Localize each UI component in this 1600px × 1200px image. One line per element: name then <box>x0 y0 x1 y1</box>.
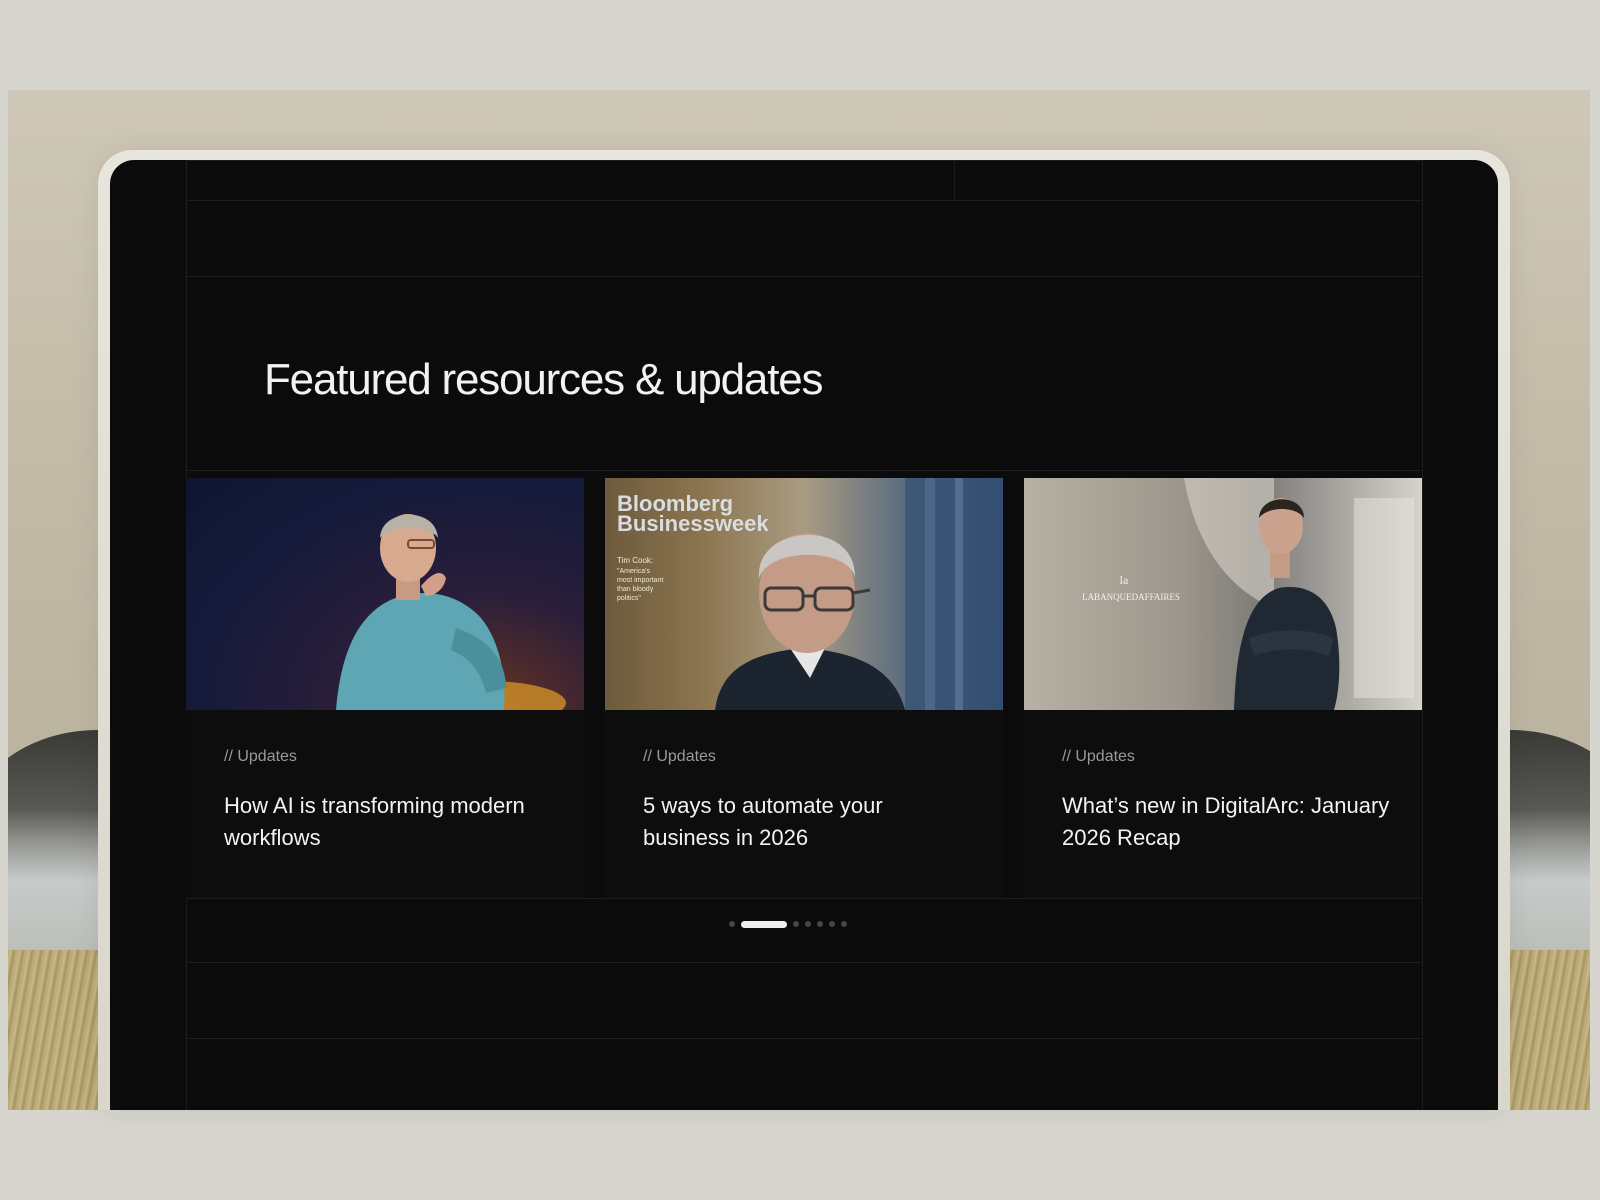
resource-card[interactable]: la LABANQUEDAFFAIRES // Updates What’s n… <box>1024 478 1422 898</box>
grid-line <box>954 160 955 200</box>
resource-carousel: // Updates How AI is transforming modern… <box>186 478 1422 898</box>
man-arms-crossed-illustration: la LABANQUEDAFFAIRES <box>1082 478 1414 710</box>
grid-line <box>186 898 1422 899</box>
grid-line <box>186 200 1422 201</box>
carousel-dot[interactable] <box>729 921 735 927</box>
grid-line <box>186 276 1422 277</box>
grid-line <box>186 962 1422 963</box>
card-title[interactable]: What’s new in DigitalArc: January 2026 R… <box>1062 790 1392 854</box>
man-in-blue-sweater-illustration <box>336 514 566 710</box>
cover-line: Tim Cook: <box>617 556 653 565</box>
carousel-pagination <box>729 919 847 929</box>
resource-card[interactable]: // Updates How AI is transforming modern… <box>186 478 584 898</box>
carousel-dot[interactable] <box>829 921 835 927</box>
grid-line <box>186 160 1422 161</box>
app-screen: Featured resources & updates // Updates … <box>110 160 1498 1110</box>
masthead-line2: Businessweek <box>617 511 769 536</box>
logo-name: LABANQUEDAFFAIRES <box>1082 592 1180 602</box>
carousel-dot[interactable] <box>817 921 823 927</box>
resource-card[interactable]: Bloomberg Businessweek Tim Cook: "Americ… <box>605 478 1003 898</box>
card-category: // Updates <box>224 748 297 765</box>
carousel-dot[interactable] <box>805 921 811 927</box>
card-title[interactable]: How AI is transforming modern workflows <box>224 790 554 854</box>
card-image[interactable]: la LABANQUEDAFFAIRES <box>1024 478 1422 710</box>
card-image[interactable] <box>186 478 584 710</box>
cover-line: "America's <box>617 568 650 575</box>
carousel-dot-active[interactable] <box>741 920 787 928</box>
section-title: Featured resources & updates <box>264 355 823 404</box>
cover-line: most important <box>617 577 663 584</box>
grid-line <box>1422 160 1423 1110</box>
card-title[interactable]: 5 ways to automate your business in 2026 <box>643 790 973 854</box>
carousel-dot[interactable] <box>841 921 847 927</box>
grid-line <box>186 1038 1422 1039</box>
magazine-cover-illustration: Bloomberg Businessweek Tim Cook: "Americ… <box>617 478 1003 710</box>
card-category: // Updates <box>1062 748 1135 765</box>
logo-mark: la <box>1120 573 1129 587</box>
card-category: // Updates <box>643 748 716 765</box>
cover-line: politics" <box>617 595 641 602</box>
cover-line: than bloody <box>617 586 654 593</box>
carousel-dot[interactable] <box>793 921 799 927</box>
grid-line <box>186 470 1422 471</box>
card-image[interactable]: Bloomberg Businessweek Tim Cook: "Americ… <box>605 478 1003 710</box>
